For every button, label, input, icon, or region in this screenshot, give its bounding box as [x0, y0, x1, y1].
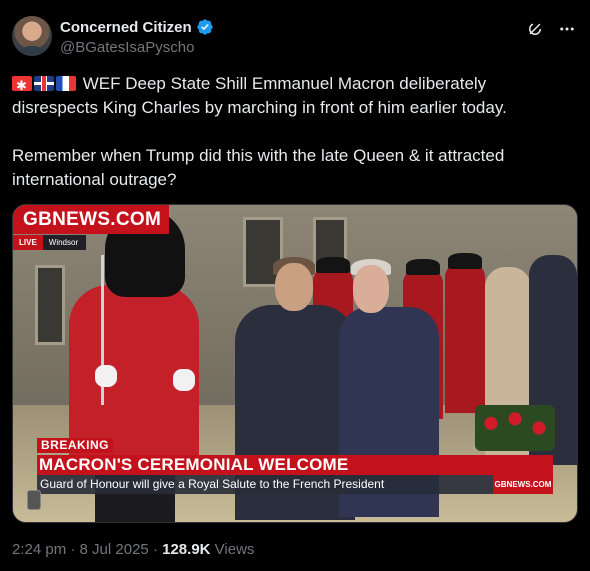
castle-window: [35, 265, 65, 345]
tweet-line-1: WEF Deep State Shill Emmanuel Macron del…: [12, 74, 507, 117]
author-display-name[interactable]: Concerned Citizen: [60, 19, 192, 36]
yeoman-hat: [448, 253, 482, 269]
tweet-date[interactable]: 8 Jul 2025: [80, 541, 149, 558]
yeoman-guard: [445, 263, 485, 413]
tweet-text: WEF Deep State Shill Emmanuel Macron del…: [12, 72, 572, 192]
tweet-time[interactable]: 2:24 pm: [12, 541, 66, 558]
france-flag-icon: [56, 76, 76, 91]
author-name-row: Concerned Citizen: [60, 18, 214, 36]
guard-glove: [95, 365, 117, 387]
separator-dot: ·: [152, 541, 163, 558]
grok-icon[interactable]: [526, 20, 544, 38]
video-play-indicator[interactable]: [27, 490, 41, 510]
news-headline: MACRON'S CEREMONIAL WELCOME: [37, 455, 553, 475]
macron-head: [275, 263, 313, 311]
pirate-flag-icon: [12, 76, 32, 91]
king-charles-head: [353, 265, 389, 313]
channel-logo: GBNEWS.COM: [13, 205, 169, 234]
tweet-header: Concerned Citizen @BGatesIsaPyscho: [12, 16, 578, 60]
tweet-paragraph-2: Remember when Trump did this with the la…: [12, 146, 505, 189]
flower-bed: [475, 405, 555, 451]
video-thumbnail[interactable]: GBNEWS.COM LIVE Windsor BREAKING MACRON'…: [12, 204, 578, 523]
separator-dot: ·: [70, 541, 80, 558]
live-tag: LIVE: [13, 235, 43, 250]
yeoman-hat: [316, 257, 350, 273]
breaking-label: BREAKING: [37, 438, 114, 453]
views-label: Views: [214, 541, 255, 558]
news-subline: Guard of Honour will give a Royal Salute…: [37, 475, 495, 494]
uk-flag-icon: [34, 76, 54, 91]
author-handle[interactable]: @BGatesIsaPyscho: [60, 39, 194, 56]
more-options-icon[interactable]: [558, 20, 576, 38]
brand-small: GBNEWS.COM: [493, 475, 553, 494]
avatar[interactable]: [12, 16, 52, 56]
avatar-shirt: [18, 46, 46, 56]
tweet-timestamp: 2:24 pm · 8 Jul 2025 · 128.9K Views: [12, 541, 254, 558]
views-count: 128.9K: [162, 541, 211, 558]
verified-badge-icon: [197, 19, 213, 35]
live-location: Windsor: [42, 235, 87, 250]
live-bar: LIVE Windsor: [13, 235, 87, 250]
yeoman-hat: [406, 259, 440, 275]
guard-glove: [173, 369, 195, 391]
tweet-paragraph-1: WEF Deep State Shill Emmanuel Macron del…: [12, 72, 572, 120]
